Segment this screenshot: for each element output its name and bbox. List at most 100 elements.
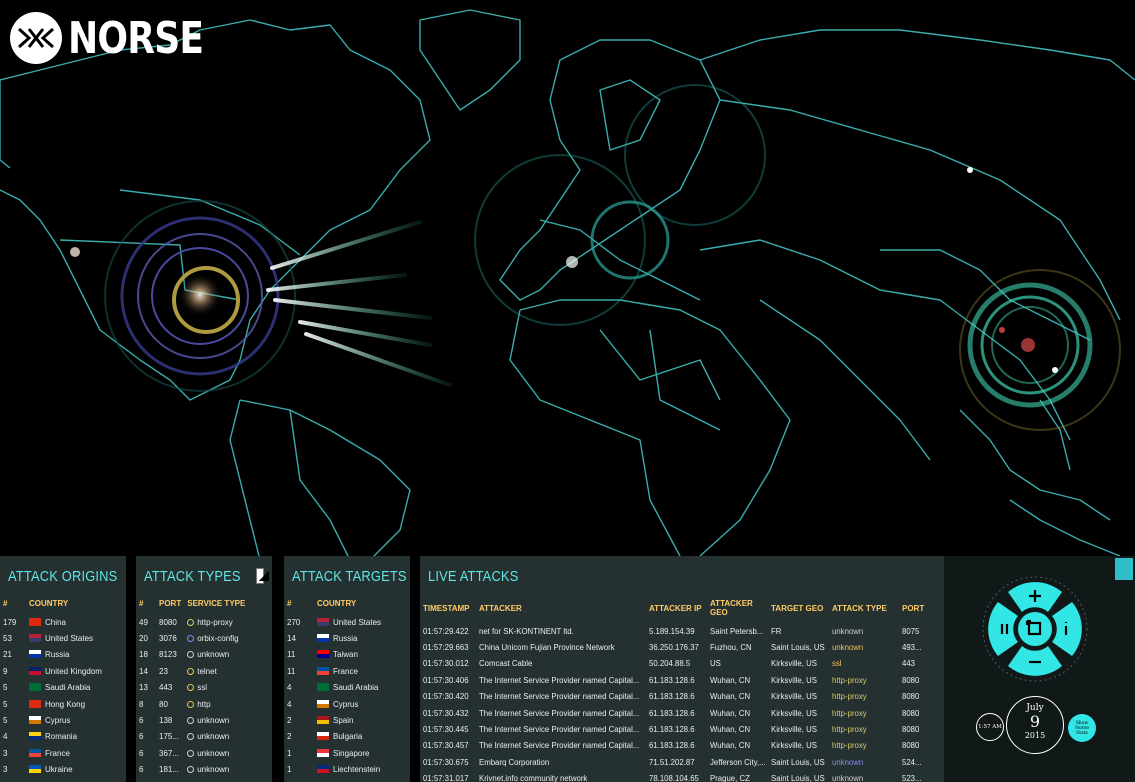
table-row[interactable]: 53 United States — [0, 630, 126, 646]
port-cell: 181... — [159, 765, 180, 775]
attacker-geo-cell: Wuhan, CN — [710, 675, 751, 685]
fullscreen-button[interactable] — [1018, 612, 1052, 646]
attack-type-cell: ssl — [832, 659, 842, 669]
table-row[interactable]: 01:57:30.012 Comcast Cable 50.204.88.5 US Ki… — [420, 656, 944, 672]
show-stats-button[interactable]: Show Norse Stats — [1068, 714, 1096, 742]
table-row[interactable]: 3 Ukraine — [0, 762, 126, 778]
col-count: # — [3, 599, 8, 608]
port-cell: 8123 — [159, 650, 177, 660]
service-name: http-proxy — [197, 617, 233, 627]
timestamp-cell: 01:57:30.445 — [423, 725, 469, 735]
port-cell: 524... — [902, 757, 922, 767]
table-row[interactable]: 6 367... unknown — [136, 745, 272, 761]
country-name: Cyprus — [45, 716, 71, 726]
table-row[interactable]: 01:57:30.432 The Internet Service Provide… — [420, 705, 944, 721]
attacker-cell: The Internet Service Provider named Capi… — [479, 692, 640, 702]
table-row[interactable]: 6 175... unknown — [136, 729, 272, 745]
count-cell: 4 — [3, 732, 8, 742]
table-row[interactable]: 14 23 telnet — [136, 663, 272, 679]
timestamp-cell: 01:57:30.012 — [423, 659, 469, 669]
col-service-type: SERVICE TYPE — [187, 599, 246, 608]
table-row[interactable]: 21 Russia — [0, 647, 126, 663]
country-name: Russia — [333, 634, 358, 644]
service-name: unknown — [197, 765, 230, 775]
table-row[interactable]: 5 Saudi Arabia — [0, 680, 126, 696]
table-row[interactable]: 01:57:31.017 Krivnet.info community netwo… — [420, 771, 944, 782]
table-row[interactable]: 01:57:30.420 The Internet Service Provide… — [420, 689, 944, 705]
collapse-panel-button[interactable] — [1115, 558, 1133, 580]
table-row[interactable]: 4 Saudi Arabia — [284, 680, 410, 696]
service-cell: orbix-config — [184, 630, 272, 646]
attacker-ip-cell: 36.250.176.37 — [649, 643, 699, 653]
country-name: Taiwan — [333, 650, 358, 660]
port-cell: 8080 — [902, 741, 920, 751]
table-row[interactable]: 01:57:30.445 The Internet Service Provide… — [420, 721, 944, 737]
flag-icon — [317, 666, 329, 675]
country-name: Spain — [333, 716, 354, 726]
world-attack-map[interactable] — [0, 0, 1135, 560]
table-row[interactable]: 2 Bulgaria — [284, 729, 410, 745]
country-name: Liechtenstein — [333, 765, 381, 775]
col-country: COUNTRY — [317, 599, 357, 608]
table-row[interactable]: 01:57:30.406 The Internet Service Provide… — [420, 672, 944, 688]
timestamp-cell: 01:57:29.422 — [423, 626, 469, 636]
table-row[interactable]: 18 8123 unknown — [136, 647, 272, 663]
country-cell: Cyprus — [314, 696, 410, 712]
table-row[interactable]: 270 United States — [284, 614, 410, 630]
attacker-cell: The Internet Service Provider named Capi… — [479, 708, 640, 718]
time-display: 1:57 AM — [976, 713, 1004, 741]
flag-icon — [317, 683, 329, 692]
attacker-geo-cell: Wuhan, CN — [710, 741, 751, 751]
timestamp-cell: 01:57:29.663 — [423, 643, 469, 653]
count-cell: 6 — [139, 748, 144, 758]
table-row[interactable]: 2 Spain — [284, 712, 410, 728]
table-row[interactable]: 01:57:29.422 net for SK-KONTINENT ltd. 5.1… — [420, 623, 944, 639]
table-row[interactable]: 01:57:30.457 The Internet Service Provide… — [420, 738, 944, 754]
count-cell: 2 — [287, 716, 292, 726]
attack-type-cell: unknown — [832, 757, 864, 767]
attacker-geo-cell: US — [710, 659, 721, 669]
service-name: unknown — [197, 732, 230, 742]
table-row[interactable]: 6 181... unknown — [136, 762, 272, 778]
attacker-ip-cell: 5.189.154.39 — [649, 626, 695, 636]
table-row[interactable]: 1 Liechtenstein — [284, 762, 410, 778]
chart-toggle-icon[interactable] — [256, 568, 269, 584]
attacker-cell: Comcast Cable — [479, 659, 533, 669]
count-cell: 8 — [139, 699, 144, 709]
table-row[interactable]: 4 Romania — [0, 729, 126, 745]
table-row[interactable]: 4 Cyprus — [284, 696, 410, 712]
norse-logo-mark-icon — [10, 12, 62, 64]
table-row[interactable]: 14 Russia — [284, 630, 410, 646]
port-cell: 3076 — [159, 634, 177, 644]
country-name: Bulgaria — [333, 732, 363, 742]
table-row[interactable]: 8 80 http — [136, 696, 272, 712]
service-name: telnet — [197, 666, 217, 676]
service-type-icon — [187, 667, 195, 675]
table-row[interactable]: 49 8080 http-proxy — [136, 614, 272, 630]
table-row[interactable]: 6 138 unknown — [136, 712, 272, 728]
table-row[interactable]: 9 United Kingdom — [0, 663, 126, 679]
timestamp-cell: 01:57:30.406 — [423, 675, 469, 685]
table-row[interactable]: 5 Cyprus — [0, 712, 126, 728]
attacker-geo-cell: Jefferson City,... — [710, 757, 766, 767]
attacker-ip-cell: 61.183.128.6 — [649, 675, 695, 685]
table-row[interactable]: 1 Singapore — [284, 745, 410, 761]
country-name: Singapore — [333, 748, 370, 758]
attacker-ip-cell: 71.51.202.87 — [649, 757, 695, 767]
country-name: United States — [45, 634, 94, 644]
country-cell: Spain — [314, 712, 410, 728]
country-cell: Saudi Arabia — [314, 680, 410, 696]
table-row[interactable]: 01:57:30.675 Embarq Corporation 71.51.202.… — [420, 754, 944, 770]
count-cell: 179 — [3, 617, 17, 627]
table-row[interactable]: 11 France — [284, 663, 410, 679]
service-cell: unknown — [184, 729, 272, 745]
table-row[interactable]: 20 3076 orbix-config — [136, 630, 272, 646]
table-row[interactable]: 13 443 ssl — [136, 680, 272, 696]
country-cell: Saudi Arabia — [26, 680, 126, 696]
table-row[interactable]: 5 Hong Kong — [0, 696, 126, 712]
table-row[interactable]: 3 France — [0, 745, 126, 761]
control-wheel — [982, 576, 1088, 682]
table-row[interactable]: 11 Taiwan — [284, 647, 410, 663]
table-row[interactable]: 01:57:29.663 China Unicom Fujian Province… — [420, 639, 944, 655]
table-row[interactable]: 179 China — [0, 614, 126, 630]
